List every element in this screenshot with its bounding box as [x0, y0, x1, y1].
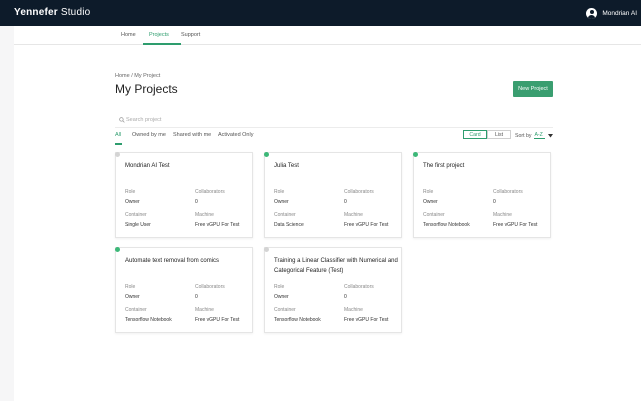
breadcrumb-separator: / [131, 73, 133, 79]
project-name: Training a Linear Classifier with Numeri… [274, 258, 398, 274]
machine-label: Machine [344, 307, 363, 313]
machine-value: Free vGPU For Test [195, 317, 240, 323]
container-value: Single User [125, 222, 151, 228]
search-placeholder: Search project [126, 117, 162, 123]
project-card[interactable]: Julia Test Role Owner Collaborators 0 Co… [264, 152, 402, 238]
machine-label: Machine [344, 212, 363, 218]
new-project-button[interactable]: New Project [513, 81, 553, 97]
role-label: Role [274, 284, 285, 290]
role-label: Role [423, 189, 434, 195]
sub-navigation: Home Projects Support [14, 26, 641, 45]
machine-value: Free vGPU For Test [195, 222, 240, 228]
collaborators-value: 0 [195, 294, 198, 300]
container-label: Container [274, 307, 296, 313]
nav-home[interactable]: Home [121, 32, 136, 38]
filter-all[interactable]: All [115, 132, 121, 138]
project-card[interactable]: Training a Linear Classifier with Numeri… [264, 247, 402, 333]
role-value: Owner [274, 199, 289, 205]
machine-label: Machine [195, 307, 214, 313]
filter-activated-only[interactable]: Activated Only [218, 132, 253, 138]
view-toggle: Card List [463, 130, 511, 139]
machine-value: Free vGPU For Test [344, 317, 389, 323]
project-name: The first project [423, 163, 465, 169]
collaborators-label: Collaborators [195, 284, 225, 290]
collaborators-value: 0 [493, 199, 496, 205]
nav-support[interactable]: Support [181, 32, 200, 38]
page-title: My Projects [115, 82, 178, 96]
container-value: Tensorflow Notebook [125, 317, 172, 323]
main-page: Home Projects Support Home / My Project … [14, 26, 641, 401]
top-bar: Yennefer Studio Mondrian AI [0, 0, 641, 26]
container-label: Container [125, 307, 147, 313]
collaborators-label: Collaborators [344, 189, 374, 195]
status-dot-icon [115, 152, 120, 157]
status-dot-icon [264, 152, 269, 157]
container-value: Data Science [274, 222, 304, 228]
user-avatar-icon [586, 7, 598, 19]
role-value: Owner [423, 199, 438, 205]
container-value: Tensorflow Notebook [423, 222, 470, 228]
filter-owned-by-me[interactable]: Owned by me [132, 132, 166, 138]
project-card[interactable]: Automate text removal from comics Role O… [115, 247, 253, 333]
sort-label: Sort by [515, 132, 532, 139]
collaborators-label: Collaborators [344, 284, 374, 290]
collaborators-label: Collaborators [493, 189, 523, 195]
machine-value: Free vGPU For Test [344, 222, 389, 228]
chevron-down-icon [547, 133, 553, 137]
role-value: Owner [125, 294, 140, 300]
user-name: Mondrian AI [602, 9, 637, 17]
filter-active-underline [115, 143, 122, 145]
role-label: Role [125, 284, 136, 290]
machine-value: Free vGPU For Test [493, 222, 538, 228]
role-label: Role [125, 189, 136, 195]
status-dot-icon [413, 152, 418, 157]
sort-control[interactable]: Sort by A-Z [515, 132, 553, 139]
container-label: Container [423, 212, 445, 218]
status-dot-icon [115, 247, 120, 252]
search-icon [119, 117, 125, 123]
machine-label: Machine [195, 212, 214, 218]
view-card-button[interactable]: Card [463, 130, 487, 139]
breadcrumb-current: My Project [134, 73, 161, 79]
app-logo[interactable]: Yennefer Studio [14, 7, 90, 18]
breadcrumb: Home / My Project [115, 73, 160, 79]
nav-projects[interactable]: Projects [149, 32, 169, 38]
search-bar[interactable]: Search project [115, 115, 553, 128]
sort-value: A-Z [534, 132, 545, 139]
project-name: Automate text removal from comics [125, 258, 220, 264]
role-value: Owner [125, 199, 140, 205]
project-name: Mondrian AI Test [125, 163, 170, 169]
container-label: Container [125, 212, 147, 218]
project-name: Julia Test [274, 163, 299, 169]
collaborators-value: 0 [344, 199, 347, 205]
breadcrumb-home[interactable]: Home [115, 73, 130, 79]
project-card[interactable]: Mondrian AI Test Role Owner Collaborator… [115, 152, 253, 238]
role-label: Role [274, 189, 285, 195]
brand-name: Yennefer [14, 7, 58, 18]
status-dot-icon [264, 247, 269, 252]
project-card[interactable]: The first project Role Owner Collaborato… [413, 152, 551, 238]
collaborators-value: 0 [195, 199, 198, 205]
container-value: Tensorflow Notebook [274, 317, 321, 323]
role-value: Owner [274, 294, 289, 300]
collaborators-label: Collaborators [195, 189, 225, 195]
product-name: Studio [60, 7, 91, 18]
collaborators-value: 0 [344, 294, 347, 300]
view-list-button[interactable]: List [487, 130, 511, 139]
user-menu[interactable]: Mondrian AI [586, 5, 637, 21]
container-label: Container [274, 212, 296, 218]
machine-label: Machine [493, 212, 512, 218]
filter-shared-with-me[interactable]: Shared with me [173, 132, 211, 138]
nav-active-underline [143, 43, 181, 45]
